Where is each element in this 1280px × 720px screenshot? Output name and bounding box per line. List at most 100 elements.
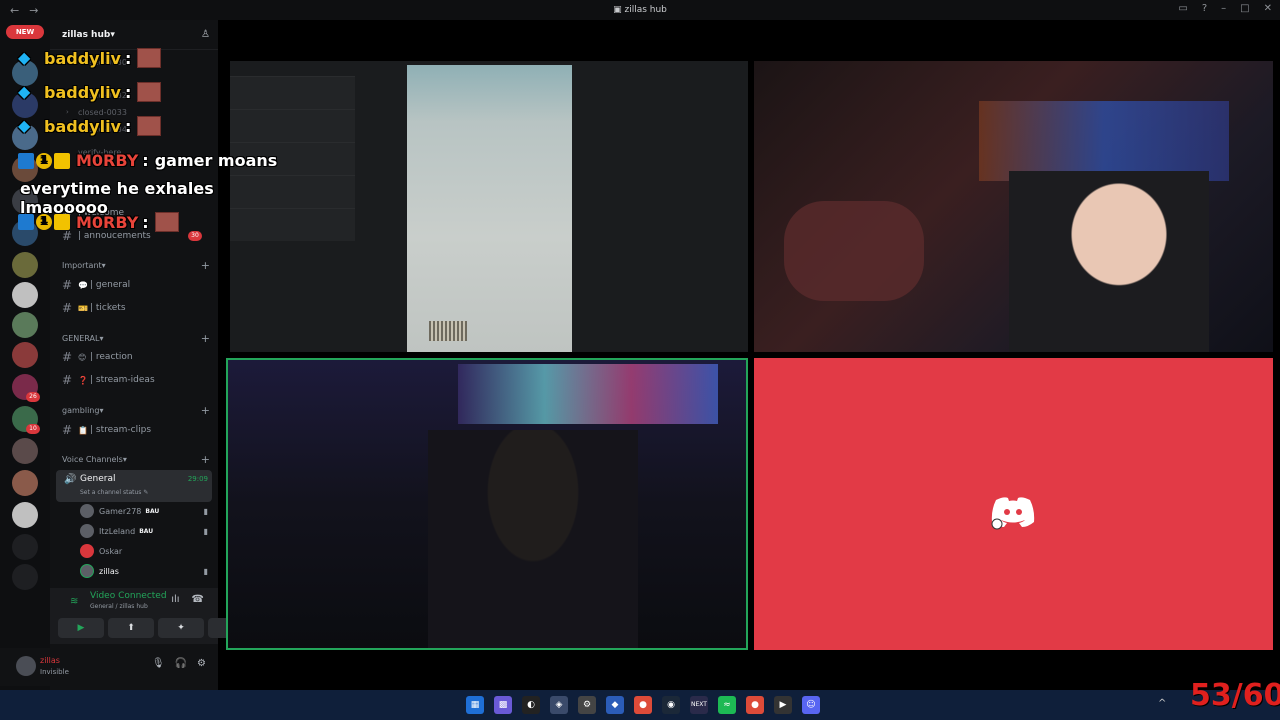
camera-icon: ▮ — [203, 506, 208, 516]
video-background — [979, 101, 1229, 181]
voice-user[interactable]: Oskar — [80, 542, 212, 560]
server-icon[interactable] — [12, 342, 38, 368]
microphone-icon[interactable]: 🎙 — [152, 658, 165, 669]
cube-badge-icon: ◆ — [18, 116, 31, 135]
server-icon[interactable] — [12, 534, 38, 560]
badge-one-icon: 1 — [36, 152, 52, 169]
vscode-icon[interactable]: ◆ — [606, 696, 624, 714]
app-icon[interactable]: ◈ — [550, 696, 568, 714]
inbox-icon[interactable]: ▭ — [1178, 3, 1187, 14]
spotify-icon[interactable]: ≈ — [718, 696, 736, 714]
close-icon[interactable]: ✕ — [1264, 3, 1272, 14]
video-tile-avatar[interactable] — [754, 358, 1273, 650]
add-channel-icon[interactable]: + — [201, 332, 210, 345]
tag-badge: BAU — [145, 507, 160, 515]
chrome-icon[interactable]: ● — [634, 696, 652, 714]
emoji-icon: 😊 — [78, 352, 87, 362]
minimize-icon[interactable]: – — [1221, 3, 1226, 14]
video-tile-speaking[interactable] — [226, 358, 748, 650]
video-background — [784, 201, 924, 301]
server-icon[interactable] — [12, 312, 38, 338]
category-voice-channels[interactable]: Voice Channels ▾ + — [62, 452, 210, 466]
question-icon: ❓ — [78, 375, 88, 385]
headphones-icon[interactable]: 🎧 — [175, 658, 187, 669]
noise-suppression-icon[interactable]: ılı — [171, 594, 179, 605]
widgets-icon[interactable]: ▩ — [494, 696, 512, 714]
add-channel-icon[interactable]: + — [201, 453, 210, 466]
discord-icon[interactable]: ☺ — [802, 696, 820, 714]
chevron-down-icon: ▾ — [110, 29, 115, 40]
voice-channel-general[interactable]: 🔊 General 29:09 Set a channel status ✎ — [56, 470, 212, 502]
app-icon[interactable]: ◐ — [522, 696, 540, 714]
screen-share-button[interactable]: ⬆ — [108, 618, 154, 638]
hash-icon: # — [62, 373, 73, 387]
window-title: ▣ zillas hub — [613, 5, 667, 15]
chevron-up-icon[interactable]: ^ — [1158, 698, 1166, 709]
voice-user[interactable]: ItzLeland BAU ▮ — [80, 522, 212, 540]
app-icon[interactable]: NEXT — [690, 696, 708, 714]
new-badge[interactable]: NEW — [6, 25, 44, 39]
channel-status[interactable]: Set a channel status ✎ — [80, 489, 148, 496]
hash-icon: # — [62, 423, 73, 437]
hash-icon: # — [62, 350, 73, 364]
ping-badge: 26 — [26, 392, 40, 402]
emote-image — [137, 116, 162, 136]
server-icon[interactable] — [12, 438, 38, 464]
voice-action-buttons: ▶ ⬆ ✦ ♪ — [58, 618, 254, 638]
channel-reaction[interactable]: # 😊 | reaction — [62, 347, 210, 367]
server-icon[interactable] — [12, 470, 38, 496]
crown-badge-icon — [54, 152, 70, 169]
screen: ← → ▣ zillas hub ▭ ? – □ ✕ NEW 26 10 zil… — [0, 0, 1280, 720]
disconnect-icon[interactable]: ☎ — [192, 594, 204, 605]
voice-user[interactable]: zillas ▮ — [80, 562, 212, 580]
call-timer: 29:09 — [187, 475, 208, 483]
channel-stream-ideas[interactable]: # ❓ | stream-ideas — [62, 370, 210, 390]
avatar[interactable] — [16, 656, 36, 676]
voice-user[interactable]: Gamer278 BAU ▮ — [80, 502, 212, 520]
ticket-icon: 🎫 — [78, 303, 88, 313]
category-general[interactable]: GENERAL ▾ + — [62, 331, 210, 345]
activities-button[interactable]: ✦ — [158, 618, 204, 638]
add-channel-icon[interactable]: + — [201, 259, 210, 272]
camera-button[interactable]: ▶ — [58, 618, 104, 638]
speech-bubble-icon: 💬 — [78, 280, 88, 290]
server-icon[interactable] — [12, 564, 38, 590]
video-feed — [407, 65, 572, 352]
steam-icon[interactable]: ◉ — [662, 696, 680, 714]
hash-icon: # — [62, 278, 73, 292]
category-important[interactable]: Important ▾ + — [62, 258, 210, 272]
maximize-icon[interactable]: □ — [1240, 3, 1249, 14]
video-tile-screen[interactable] — [230, 61, 748, 352]
wall-vent — [429, 321, 467, 341]
channel-stream-clips[interactable]: # 📋 | stream-clips — [62, 420, 210, 440]
add-member-icon[interactable]: ♙ — [201, 29, 210, 40]
ping-badge: 10 — [26, 424, 40, 434]
tag-badge: BAU — [139, 527, 154, 535]
media-player-icon[interactable]: ▶ — [774, 696, 792, 714]
server-icon[interactable] — [12, 282, 38, 308]
server-icon[interactable] — [12, 252, 38, 278]
cube-badge-icon: ◆ — [18, 82, 31, 101]
video-tile-camera[interactable] — [754, 61, 1273, 352]
chevron-down-icon: ▾ — [122, 454, 127, 464]
add-channel-icon[interactable]: + — [201, 404, 210, 417]
windows-start-icon[interactable]: ▦ — [466, 696, 484, 714]
avatar — [80, 524, 94, 538]
chat-message: 1 M0RBY : — [18, 212, 179, 232]
emote-image — [154, 212, 179, 232]
settings-gear-icon[interactable]: ⚙ — [197, 658, 206, 669]
chevron-down-icon: ▾ — [99, 405, 104, 415]
server-icon[interactable] — [12, 502, 38, 528]
voice-connected-panel: ≋ Video Connected General / zillas hub ı… — [50, 588, 254, 644]
server-mini-icon: ▣ — [613, 5, 625, 15]
app-icon[interactable]: ⚙ — [578, 696, 596, 714]
stream-chat-overlay: ◆ baddyliv : ◆ baddyliv : ◆ baddyliv : 1… — [0, 40, 300, 240]
chrome-icon[interactable]: ● — [746, 696, 764, 714]
badge-icon — [18, 152, 34, 169]
channel-tickets[interactable]: # 🎫 | tickets — [62, 298, 210, 318]
speaker-icon: 🔊 — [64, 474, 77, 485]
channel-general[interactable]: # 💬 | general — [62, 275, 210, 295]
category-gambling[interactable]: gambling ▾ + — [62, 403, 210, 417]
help-icon[interactable]: ? — [1202, 3, 1207, 14]
chat-badges: 1 — [18, 152, 70, 169]
